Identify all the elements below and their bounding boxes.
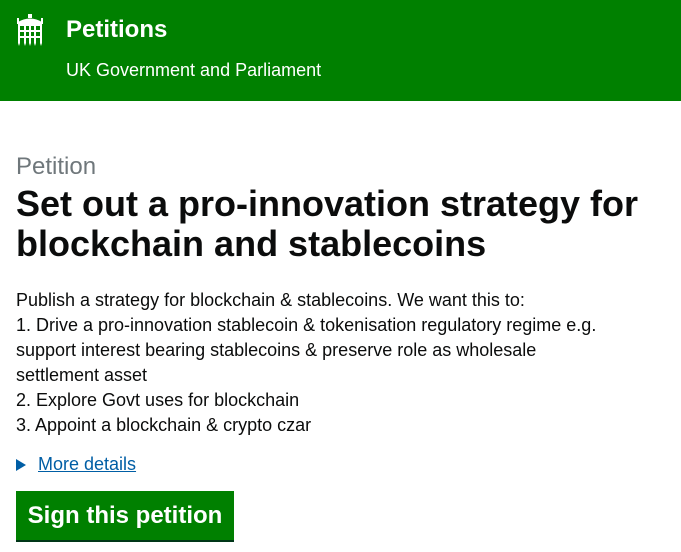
description-line: 2. Explore Govt uses for blockchain [16,390,300,410]
site-subtitle: UK Government and Parliament [66,60,322,80]
description-line: 1. Drive a pro-innovation stablecoin & t… [16,315,597,335]
disclosure-triangle-icon[interactable] [16,458,26,471]
description-line: 3. Appoint a blockchain & crypto czar [16,415,312,435]
portcullis-icon[interactable] [15,14,45,46]
petition-description: Publish a strategy for blockchain & stab… [16,288,666,438]
site-header: Petitions UK Government and Parliament [0,0,681,101]
description-line: Publish a strategy for blockchain & stab… [16,290,525,310]
more-details-toggle[interactable]: More details [16,452,136,477]
page-title: Set out a pro-innovation strategy for bl… [16,183,639,264]
sign-petition-button[interactable]: Sign this petition [16,491,234,540]
site-title[interactable]: Petitions [66,16,167,44]
page-caption: Petition [16,153,97,180]
description-line: support interest bearing stablecoins & p… [16,340,537,360]
more-details-link[interactable]: More details [38,452,136,477]
description-line: settlement asset [16,365,148,385]
